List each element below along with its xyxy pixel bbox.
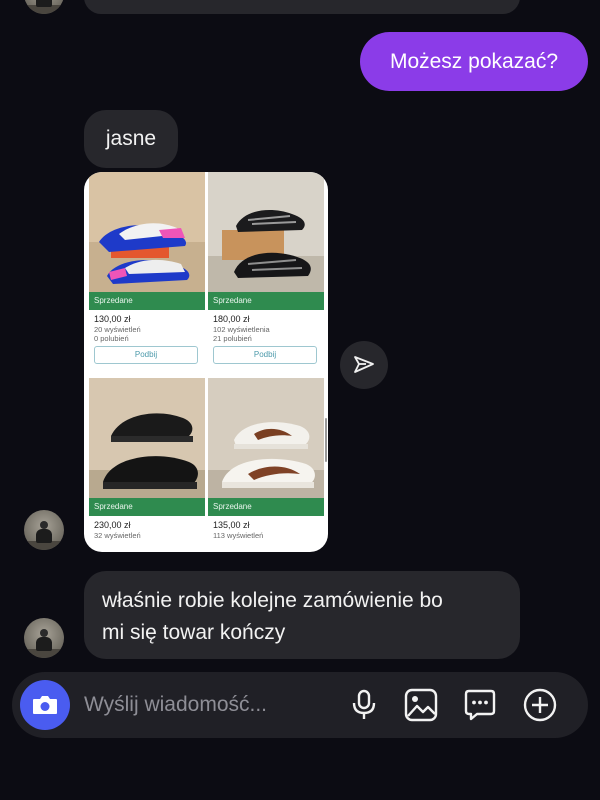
- shared-listings-card[interactable]: Sprzedane 130,00 zł 20 wyświetleń 0 polu…: [84, 172, 328, 552]
- incoming-message-bubble[interactable]: jasne: [84, 110, 178, 168]
- chat-sticker-icon: [464, 689, 496, 721]
- gallery-icon: [404, 688, 438, 722]
- message-input[interactable]: [84, 690, 314, 720]
- listing-views: 32 wyświetleń: [94, 531, 141, 540]
- bump-button[interactable]: Podbij: [94, 346, 198, 364]
- microphone-icon: [352, 689, 376, 719]
- camera-icon: [33, 696, 57, 714]
- add-button[interactable]: [521, 686, 559, 724]
- listing-photo: [89, 378, 205, 498]
- incoming-message-text: mi się towar kończy: [102, 620, 286, 644]
- sold-badge: Sprzedane: [208, 292, 324, 310]
- listing-photo: [208, 378, 324, 498]
- listing-photo: [208, 172, 324, 292]
- contact-avatar[interactable]: [24, 510, 64, 550]
- listing-likes: 0 polubień: [94, 334, 129, 343]
- outgoing-message-bubble[interactable]: Możesz pokazać?: [360, 32, 588, 91]
- bump-button[interactable]: Podbij: [213, 346, 317, 364]
- share-button[interactable]: [340, 341, 388, 389]
- previous-message-bubble[interactable]: [84, 0, 520, 14]
- sold-badge: Sprzedane: [89, 292, 205, 310]
- incoming-message-text: jasne: [105, 127, 157, 151]
- sticker-button[interactable]: [461, 686, 499, 724]
- contact-avatar[interactable]: [24, 618, 64, 658]
- incoming-message-bubble[interactable]: właśnie robie kolejne zamówienie bo mi s…: [84, 571, 520, 659]
- chat-screen: Możesz pokazać? jasne Sprzedane 130,00 z…: [0, 0, 600, 800]
- listing-photo: [89, 172, 205, 292]
- scrollbar[interactable]: [325, 418, 327, 462]
- contact-avatar[interactable]: [24, 0, 64, 14]
- listing-price: 230,00 zł: [94, 520, 131, 530]
- microphone-button[interactable]: [345, 686, 383, 724]
- listing-price: 130,00 zł: [94, 314, 131, 324]
- listing-price: 135,00 zł: [213, 520, 250, 530]
- gallery-button[interactable]: [402, 686, 440, 724]
- listing-price: 180,00 zł: [213, 314, 250, 324]
- message-composer: [12, 672, 588, 738]
- incoming-message-text: właśnie robie kolejne zamówienie bo: [102, 589, 443, 612]
- outgoing-message-text: Możesz pokazać?: [389, 49, 559, 73]
- sold-badge: Sprzedane: [89, 498, 205, 516]
- add-circle-icon: [523, 688, 557, 722]
- share-send-icon: [354, 356, 374, 373]
- listing-views: 20 wyświetleń: [94, 325, 141, 334]
- listing-views: 113 wyświetleń: [213, 531, 264, 540]
- sold-badge: Sprzedane: [208, 498, 324, 516]
- listing-likes: 21 polubień: [213, 334, 252, 343]
- camera-button[interactable]: [20, 680, 70, 730]
- listing-views: 102 wyświetlenia: [213, 325, 270, 334]
